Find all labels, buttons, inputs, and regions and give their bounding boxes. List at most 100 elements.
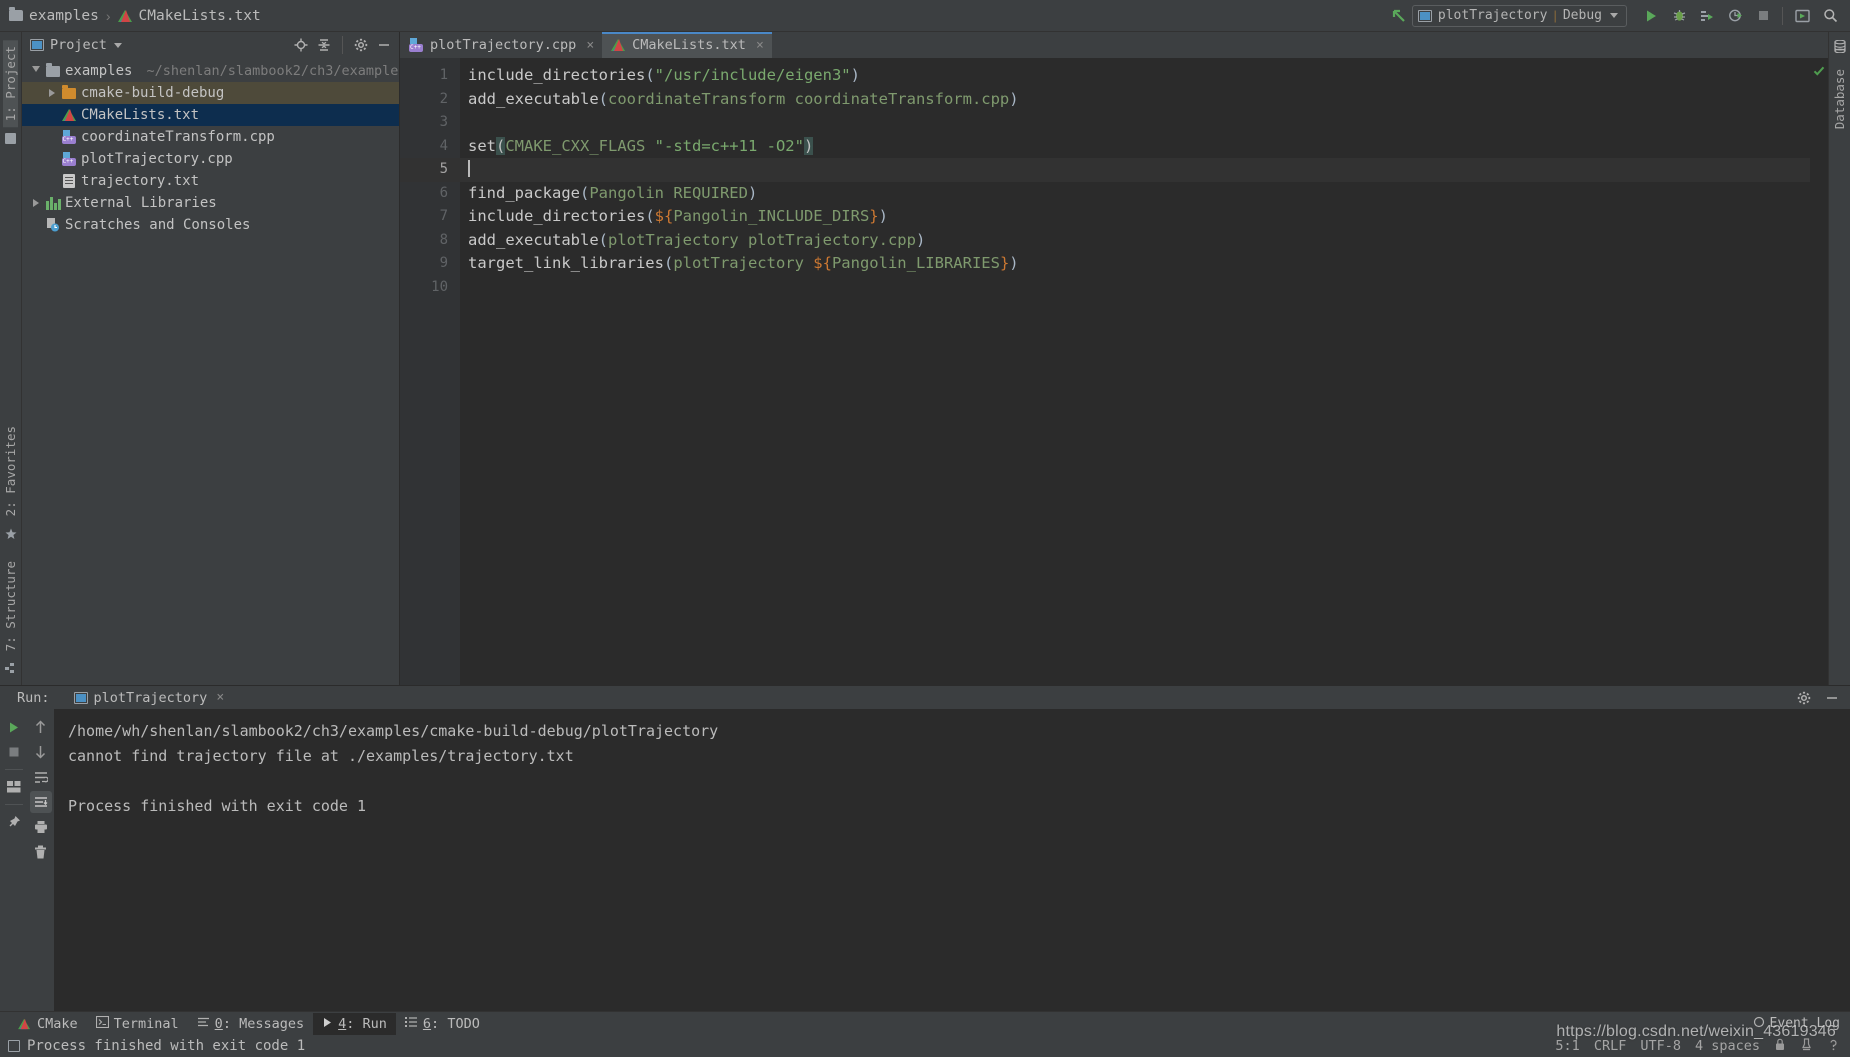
cpp-file-icon: C++	[60, 130, 78, 144]
cpp-file-icon: C++	[409, 38, 424, 52]
tab-cmakelists-txt[interactable]: CMakeLists.txt ×	[602, 32, 772, 58]
editor-body: 1 2 3 4 5 6 7 8 9 10 include_directories…	[400, 58, 1828, 685]
locate-icon[interactable]	[291, 35, 311, 55]
code-token: (	[598, 230, 608, 249]
run-console-output[interactable]: /home/wh/shenlan/slambook2/ch3/examples/…	[54, 709, 1850, 1011]
lock-icon[interactable]	[1774, 1038, 1786, 1055]
code-token: "/usr/include/eigen3"	[654, 66, 851, 84]
status-bar: Process finished with exit code 1 5:1 CR…	[0, 1035, 1850, 1057]
minimize-icon[interactable]	[1822, 688, 1842, 708]
layout-icon[interactable]	[3, 776, 25, 798]
select-run-icon[interactable]	[1788, 2, 1816, 30]
scroll-up-icon[interactable]	[30, 716, 52, 738]
settings-gear-icon[interactable]	[1794, 688, 1814, 708]
settings-gear-icon[interactable]	[351, 35, 371, 55]
debug-icon[interactable]	[1665, 2, 1693, 30]
code-token: (	[663, 254, 674, 272]
bottom-tab-number: 0	[214, 1015, 223, 1032]
tab-label: CMakeLists.txt	[632, 37, 746, 53]
breadcrumb-project[interactable]: examples	[9, 7, 99, 24]
cmake-icon	[117, 9, 133, 23]
tree-item-coordinatetransform-cpp[interactable]: C++ coordinateTransform.cpp	[22, 126, 399, 148]
back-arrow-icon[interactable]	[1386, 3, 1412, 29]
breadcrumb-project-label: examples	[29, 7, 99, 24]
bottom-tab-todo[interactable]: 6: TODO	[396, 1013, 489, 1035]
code-token: )	[878, 207, 888, 225]
chevron-right-icon[interactable]	[44, 89, 60, 97]
bottom-tab-label: TODO	[447, 1015, 480, 1032]
print-icon[interactable]	[30, 816, 52, 838]
soft-wrap-icon[interactable]	[30, 766, 52, 788]
tree-item-trajectory-txt[interactable]: trajectory.txt	[22, 170, 399, 192]
editor-tabs: C++ plotTrajectory.cpp × CMakeLists.txt …	[400, 32, 1828, 58]
bottom-bar-right: Event Log	[1753, 1016, 1850, 1032]
run-configuration-selector[interactable]: plotTrajectory | Debug	[1411, 4, 1627, 27]
caret-position[interactable]: 5:1	[1555, 1038, 1579, 1054]
sidebar-item-project[interactable]: 1: Project	[3, 40, 18, 128]
tree-item-cmake-build-debug[interactable]: cmake-build-debug	[22, 82, 399, 104]
notification-icon[interactable]	[1827, 1038, 1840, 1055]
stop-icon[interactable]	[1749, 2, 1777, 30]
run-panel-tab[interactable]: plotTrajectory ×	[73, 689, 224, 706]
chevron-down-icon[interactable]	[28, 66, 44, 76]
clear-all-icon[interactable]	[30, 841, 52, 863]
profile-icon[interactable]	[1721, 2, 1749, 30]
sidebar-item-favorites[interactable]: 2: Favorites	[3, 420, 18, 522]
status-message-text: Process finished with exit code 1	[27, 1038, 306, 1054]
clion-window: examples › CMakeLists.txt plotTrajectory…	[0, 0, 1850, 1057]
bottom-tab-run[interactable]: 4: Run	[313, 1012, 396, 1035]
status-bar-right: 5:1 CRLF UTF-8 4 spaces	[1555, 1037, 1840, 1055]
line-number: 3	[439, 114, 448, 130]
bottom-tab-label: CMake	[37, 1015, 78, 1032]
encoding[interactable]: UTF-8	[1640, 1038, 1681, 1054]
stop-icon[interactable]	[3, 741, 25, 763]
code-token: include_directories	[468, 66, 646, 84]
close-icon[interactable]: ×	[586, 38, 594, 53]
pin-icon[interactable]	[3, 811, 25, 833]
cmake-icon	[18, 1018, 31, 1030]
breadcrumb-file[interactable]: CMakeLists.txt	[117, 8, 261, 24]
tree-item-external-libraries[interactable]: External Libraries	[22, 192, 399, 214]
rerun-icon[interactable]	[3, 716, 25, 738]
tree-item-examples[interactable]: examples ~/shenlan/slambook2/ch3/example…	[22, 60, 399, 82]
bottom-tab-cmake[interactable]: CMake	[8, 1013, 87, 1035]
run-tab-label: plotTrajectory	[93, 689, 208, 706]
database-icon	[1833, 39, 1846, 58]
line-separator[interactable]: CRLF	[1594, 1038, 1627, 1054]
tree-item-cmakelists[interactable]: CMakeLists.txt	[22, 104, 399, 126]
scroll-down-icon[interactable]	[30, 741, 52, 763]
indent-setting[interactable]: 4 spaces	[1695, 1038, 1760, 1054]
run-button[interactable]	[1637, 2, 1665, 30]
library-icon	[44, 196, 62, 210]
right-tool-rail: Database	[1828, 32, 1850, 685]
messages-icon	[197, 1016, 210, 1032]
collapse-all-icon[interactable]	[314, 35, 334, 55]
run-panel-body: /home/wh/shenlan/slambook2/ch3/examples/…	[0, 709, 1850, 1011]
tab-plottrajectory-cpp[interactable]: C++ plotTrajectory.cpp ×	[400, 32, 602, 58]
run-with-coverage-icon[interactable]	[1693, 2, 1721, 30]
bottom-tab-messages[interactable]: 0: Messages	[188, 1013, 313, 1035]
tree-item-plottrajectory-cpp[interactable]: C++ plotTrajectory.cpp	[22, 148, 399, 170]
close-icon[interactable]: ×	[216, 690, 224, 705]
inspection-icon[interactable]	[1800, 1037, 1813, 1055]
sidebar-item-structure[interactable]: 7: Structure	[3, 555, 18, 657]
scroll-to-end-icon[interactable]	[29, 791, 52, 813]
hide-icon[interactable]	[374, 35, 394, 55]
chevron-down-icon[interactable]	[113, 42, 122, 48]
code-token: }	[999, 254, 1010, 272]
sidebar-item-database[interactable]: Database	[1832, 63, 1847, 135]
bottom-tab-terminal[interactable]: Terminal	[87, 1013, 188, 1035]
code-token: ${	[654, 207, 674, 225]
tree-item-scratches-and-consoles[interactable]: Scratches and Consoles	[22, 214, 399, 236]
folder-icon	[5, 133, 16, 145]
close-icon[interactable]: ×	[756, 38, 764, 53]
event-log-button[interactable]: Event Log	[1753, 1016, 1840, 1032]
code-content[interactable]: include_directories ( "/usr/include/eigen3…	[460, 58, 1810, 685]
search-everywhere-icon[interactable]	[1816, 2, 1844, 30]
code-token: }	[869, 207, 879, 225]
breadcrumb: examples › CMakeLists.txt	[0, 7, 261, 24]
chevron-right-icon[interactable]	[28, 199, 44, 207]
